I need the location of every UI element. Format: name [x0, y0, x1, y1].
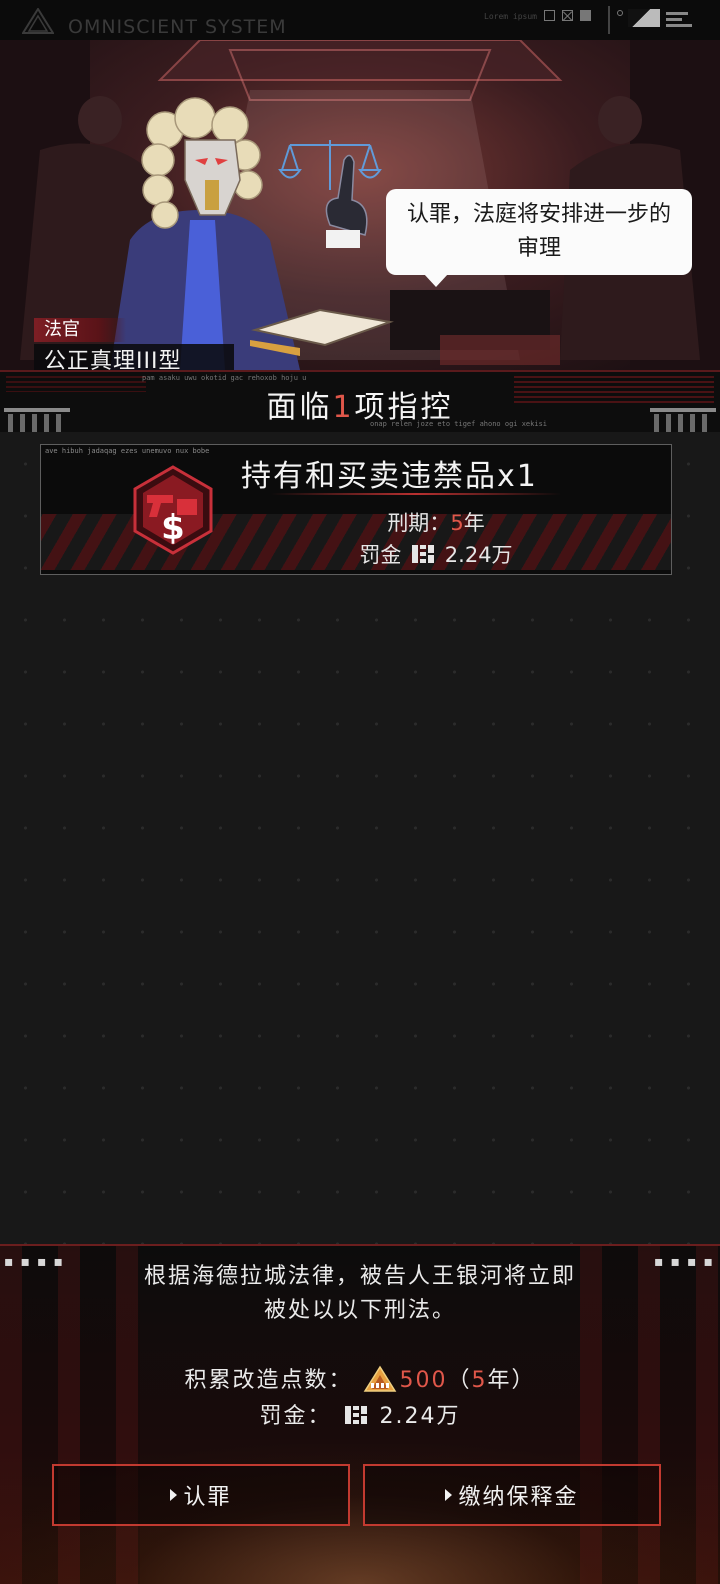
court-screen: OMNISCIENT SYSTEM Lorem ipsum 认罪，法庭将安排进一… [0, 0, 720, 1584]
window-close-icon [562, 10, 573, 21]
reform-points-years-unit: 年） [487, 1368, 536, 1393]
charge-sentence: 刑期：5年 [41, 507, 671, 537]
fine-value: 2.24万 [444, 543, 513, 567]
charges-count-title: 面临1项指控 [0, 382, 720, 426]
verdict-line-1: 根据海德拉城法律，被告人王银河将立即 [143, 1264, 576, 1289]
omniscient-logo-icon [22, 8, 54, 34]
status-slab-icon [628, 9, 660, 27]
header-fine-print-top: pam asaku uwu okotid gac rehoxob hoju u [142, 374, 307, 382]
sentence-label: 刑期： [387, 511, 451, 535]
sentence-value: 5 [450, 511, 464, 535]
currency-icon [344, 1406, 367, 1424]
status-bar: OMNISCIENT SYSTEM Lorem ipsum [0, 0, 720, 40]
pay-bail-button[interactable]: 缴纳保释金 [363, 1464, 661, 1526]
currency-icon [412, 545, 435, 563]
charges-prefix: 面临 [266, 390, 333, 425]
plead-guilty-label: 认罪 [183, 1485, 232, 1510]
judge-speech-bubble: 认罪，法庭将安排进一步的审理 [386, 189, 692, 287]
charge-title-underline [271, 493, 561, 495]
charges-header: pam asaku uwu okotid gac rehoxob hoju u … [0, 370, 720, 432]
verdict-fine-label: 罚金： [259, 1404, 332, 1429]
charges-count: 1 [332, 390, 355, 425]
reform-points-row: 积累改造点数： 500（5年） [0, 1362, 720, 1395]
pillar-left-icon [4, 408, 70, 432]
sentence-unit: 年 [463, 511, 485, 535]
fine-label: 罚金 [359, 543, 402, 567]
charge-card[interactable]: ave hibuh jadaqag ezes unemuvo nux bobe … [40, 444, 672, 575]
verdict-line-2: 被处以以下刑法。 [263, 1298, 456, 1323]
status-bars-icon [666, 12, 692, 30]
charge-title: 持有和买卖违禁品x1 [241, 459, 538, 494]
play-arrow-icon [170, 1489, 178, 1501]
verdict-text: 根据海德拉城法律，被告人王银河将立即 被处以以下刑法。 [0, 1260, 720, 1328]
speaker-name-plate: 公正真理III型 [34, 344, 234, 370]
status-divider [608, 6, 610, 34]
play-arrow-icon [445, 1489, 453, 1501]
plead-guilty-button[interactable]: 认罪 [52, 1464, 350, 1526]
pay-bail-label: 缴纳保释金 [458, 1485, 579, 1510]
charge-card-fine-print: ave hibuh jadaqag ezes unemuvo nux bobe [45, 447, 210, 455]
verdict-fine-value: 2.24万 [379, 1404, 461, 1429]
window-square-icon [544, 10, 555, 21]
verdict-panel: ▪▪▪▪ ▪▪▪▪ 根据海德拉城法律，被告人王银河将立即 被处以以下刑法。 积累… [0, 1244, 720, 1584]
speaker-role-tag: 法官 [34, 318, 126, 342]
pillar-right-icon [650, 408, 716, 432]
status-dot-icon [617, 10, 623, 16]
reform-points-icon [364, 1365, 397, 1392]
system-title: OMNISCIENT SYSTEM [68, 16, 287, 38]
reform-points-paren: （ [447, 1368, 472, 1393]
verdict-fine-row: 罚金： 2.24万 [0, 1398, 720, 1430]
reform-points-value: 500 [399, 1368, 448, 1393]
courtroom-scene: 认罪，法庭将安排进一步的审理 法官 公正真理III型 [0, 40, 720, 370]
window-filled-icon [580, 10, 591, 21]
header-fine-print-bottom: onap relen joze eto tigef ahono ogi xeki… [370, 420, 548, 428]
charge-fine: 罚金 2.24万 [41, 539, 671, 569]
reform-points-label: 积累改造点数： [184, 1368, 353, 1393]
reform-points-years: 5 [471, 1368, 488, 1393]
status-lorem-text: Lorem ipsum [484, 12, 537, 21]
